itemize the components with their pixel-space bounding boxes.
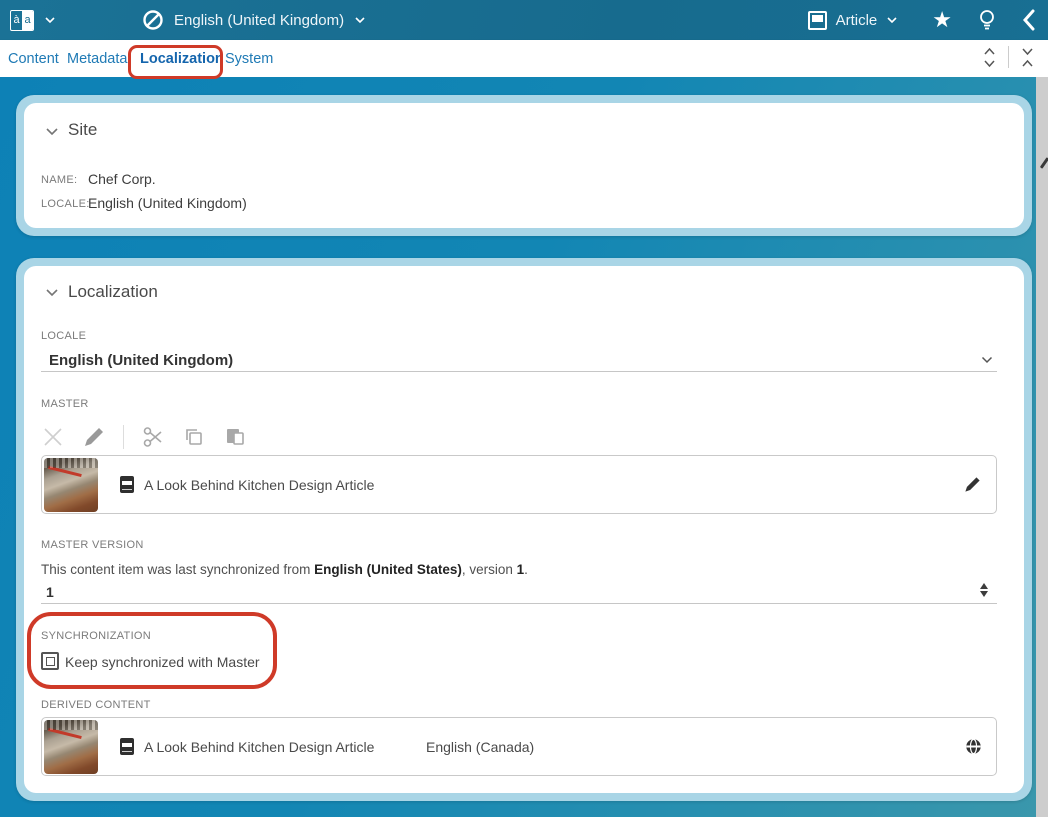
chevron-down-icon[interactable] [44, 14, 56, 26]
edit-pencil-icon[interactable] [963, 475, 982, 494]
top-bar: à a English (United Kingdom) Article ★ [0, 0, 1048, 40]
master-item-title: A Look Behind Kitchen Design Article [144, 477, 374, 493]
keep-synchronized-checkbox-label: Keep synchronized with Master [65, 654, 260, 670]
kitchen-thumbnail [44, 458, 98, 512]
content-type-selector[interactable]: Article [808, 11, 899, 30]
kitchen-thumbnail [44, 720, 98, 774]
tab-system[interactable]: System [225, 51, 273, 67]
tab-bar: Content Metadata Localization System [0, 40, 1048, 77]
cursor-mark [1040, 157, 1048, 169]
divider [123, 425, 124, 449]
derived-content-item-row[interactable]: A Look Behind Kitchen Design Article Eng… [41, 717, 997, 776]
translate-icon-right: a [22, 11, 33, 30]
derived-content-label: DERIVED CONTENT [41, 699, 151, 711]
collapse-chevron-icon[interactable] [45, 288, 59, 298]
collapse-chevron-icon[interactable] [45, 127, 59, 137]
site-locale-label: LOCALE: [41, 198, 90, 210]
article-icon [808, 11, 827, 30]
clear-icon[interactable] [41, 425, 65, 449]
master-version-input[interactable]: 1 [46, 584, 54, 600]
content-type-label: Article [836, 12, 878, 29]
locale-selector[interactable]: English (United Kingdom) [142, 9, 366, 31]
master-toolbar [41, 424, 247, 450]
site-name-label: NAME: [41, 174, 77, 186]
number-stepper-icon[interactable] [980, 583, 988, 597]
chevron-down-icon [886, 14, 898, 26]
locale-select-value[interactable]: English (United Kingdom) [49, 352, 233, 369]
expand-collapse-all-icon[interactable] [1021, 47, 1034, 68]
master-field-label: MASTER [41, 398, 89, 410]
copy-icon[interactable] [182, 425, 206, 449]
derived-item-title: A Look Behind Kitchen Design Article [144, 739, 374, 755]
cut-scissors-icon[interactable] [141, 425, 165, 449]
master-version-helper: This content item was last synchronized … [41, 562, 528, 577]
localization-section: Localization LOCALE English (United King… [16, 258, 1032, 801]
paste-icon[interactable] [223, 425, 247, 449]
site-name-value: Chef Corp. [88, 171, 156, 187]
globe-icon[interactable] [965, 738, 982, 755]
translate-icon[interactable]: à a [10, 10, 34, 31]
scrollbar[interactable] [1036, 77, 1048, 817]
chevron-down-icon[interactable] [981, 356, 993, 364]
tab-metadata[interactable]: Metadata [67, 51, 127, 67]
edit-pencil-icon[interactable] [82, 425, 106, 449]
section-title: Site [68, 120, 97, 140]
block-icon [142, 9, 164, 31]
annotation-box-synchronization [27, 612, 277, 689]
section-title: Localization [68, 282, 158, 302]
divider [1008, 46, 1009, 68]
master-version-underline [41, 603, 997, 604]
tab-localization[interactable]: Localization [140, 51, 224, 67]
back-chevron-icon[interactable] [1022, 9, 1036, 31]
translate-icon-left: à [11, 11, 22, 30]
keep-synchronized-checkbox[interactable] [41, 652, 59, 670]
derived-item-locale: English (Canada) [426, 739, 534, 755]
collapse-expand-all-icon[interactable] [983, 47, 996, 68]
article-doc-icon [120, 738, 134, 755]
tab-content[interactable]: Content [8, 51, 59, 67]
locale-select-underline [41, 371, 997, 372]
locale-selector-label: English (United Kingdom) [174, 12, 344, 29]
site-locale-value: English (United Kingdom) [88, 195, 247, 211]
lightbulb-icon[interactable] [978, 9, 996, 31]
star-icon[interactable]: ★ [932, 9, 952, 31]
locale-field-label: LOCALE [41, 330, 86, 342]
chevron-down-icon [354, 14, 366, 26]
site-section: Site NAME: Chef Corp. LOCALE: English (U… [16, 95, 1032, 236]
article-doc-icon [120, 476, 134, 493]
synchronization-label: SYNCHRONIZATION [41, 630, 151, 642]
master-version-label: MASTER VERSION [41, 539, 144, 551]
master-item-row[interactable]: A Look Behind Kitchen Design Article [41, 455, 997, 514]
